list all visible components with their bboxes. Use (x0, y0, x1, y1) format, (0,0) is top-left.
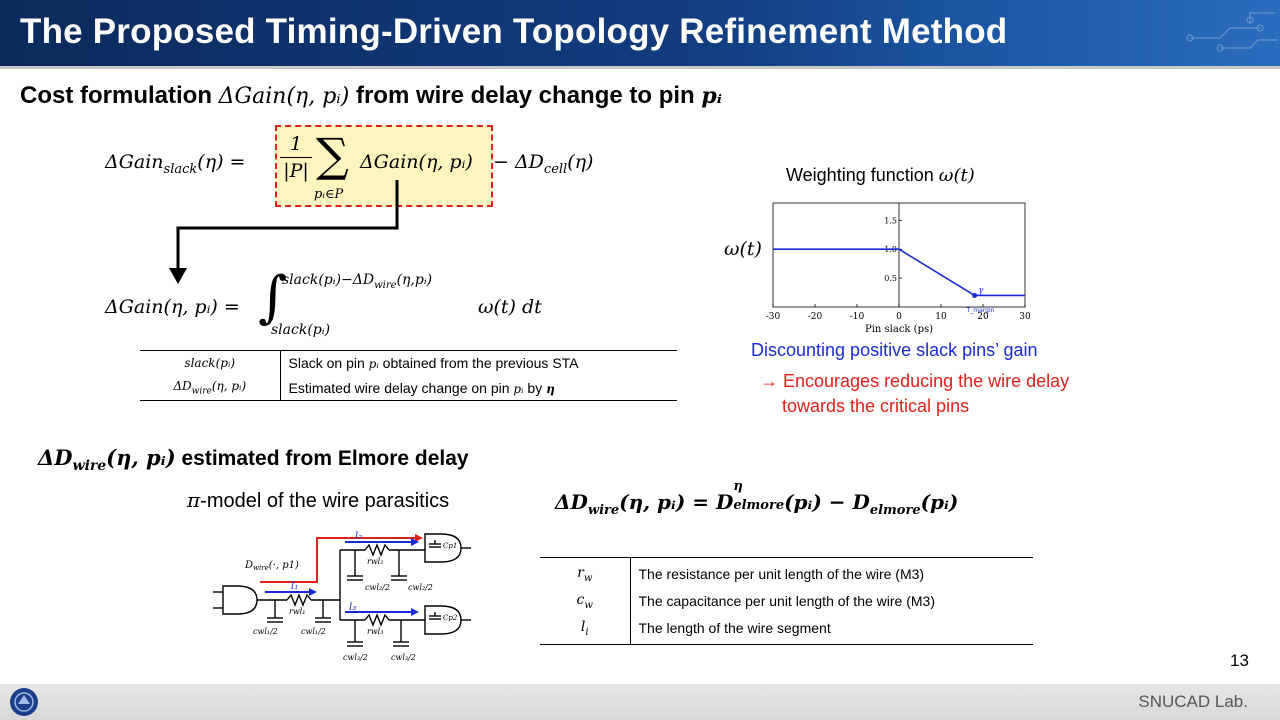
eq1-fraction: 1 |P| (280, 133, 312, 182)
x-tick-label: 0 (896, 312, 902, 322)
pi-model-label: π-model of the wire parasitics (187, 488, 450, 512)
eq1-lhs: ΔGainslack(η) = (105, 151, 246, 177)
x-tick-label: 10 (935, 312, 947, 322)
params-table: rw The resistance per unit length of the… (540, 557, 1033, 646)
weighting-note-line1: → Encourages reducing the wire delay (760, 371, 1070, 391)
def-description: Estimated wire delay change on pin pᵢ by… (288, 379, 555, 396)
university-logo-icon (10, 688, 38, 716)
elmore-heading: ΔDwire(η, pᵢ) estimated from Elmore dela… (38, 445, 469, 475)
cap-label-3a: cwl₃/2 (343, 653, 368, 662)
rw3-label: rwl₃ (367, 627, 383, 636)
table-row: li The length of the wire segment (540, 614, 1033, 645)
eq2-lower: slack(pᵢ) (271, 322, 331, 338)
dwire-label: Dwire(·, p1) (244, 560, 299, 572)
weighting-note-line2: towards the critical pins (782, 396, 970, 416)
driver-gate-icon (222, 585, 258, 615)
cap-label-2b: cwl₂/2 (408, 583, 433, 592)
eq1-term: ΔGain(η, pᵢ) (360, 151, 473, 173)
definitions-table: slack(pᵢ) Slack on pin pᵢ obtained from … (140, 350, 677, 402)
heading-math: ΔGain(η, pᵢ) (218, 84, 350, 109)
def-description: Slack on pin pᵢ obtained from the previo… (288, 355, 579, 371)
param-symbol: rw (540, 558, 631, 588)
slide-title: The Proposed Timing-Driven Topology Refi… (20, 12, 1008, 51)
resistor-rw2-icon (364, 543, 390, 557)
title-underline (0, 66, 1280, 69)
rw2-label: rwl₂ (367, 557, 383, 566)
tmargin-annotation: T_margin (966, 307, 995, 314)
eq2-upper: slack(pᵢ)−ΔDwire(η,pᵢ) (282, 272, 433, 291)
pi-model-circuit: Dwire(·, p1) l₁ l₂ l₃ rwl₁ rwl₂ rwl₃ cwl… (213, 531, 471, 662)
elmore-equation: ΔDwire(η, pᵢ) = Dη elmore (pᵢ) − Delmore(p… (555, 479, 959, 518)
x-tick-label: 30 (1019, 312, 1031, 322)
heading-pin: pᵢ (701, 83, 723, 109)
eq2-lhs: ΔGain(η, pᵢ) = (105, 296, 240, 318)
l3-label: l₃ (349, 602, 356, 613)
resistor-rw3-icon (364, 613, 390, 627)
y-tick-label: 1.5 (884, 216, 897, 225)
x-tick-label: -10 (850, 312, 865, 322)
cap-label-1b: cwl₁/2 (301, 627, 326, 636)
def-symbol: slack(pᵢ) (140, 351, 281, 375)
cap-label-2a: cwl₂/2 (365, 583, 390, 592)
cp2-label: Cp2 (443, 614, 458, 622)
l1-label: l₁ (291, 581, 298, 592)
cost-formulation-heading: Cost formulation ΔGain(η, pᵢ) from wire … (20, 82, 722, 110)
cap-label-1a: cwl₁/2 (253, 627, 278, 636)
param-symbol: cw (540, 587, 631, 615)
table-row: ΔDwire(η, pᵢ) Estimated wire delay chang… (140, 375, 677, 401)
param-description: The length of the wire segment (638, 619, 831, 636)
heading-text: Cost formulation (20, 82, 219, 109)
eq2-integrand: ω(t) dt (478, 296, 542, 318)
knee-point (972, 292, 978, 298)
weighting-chart: -30 -20 -10 0 10 20 300.51.01.5 γ T_margin Pin… (766, 202, 1031, 335)
table-row: rw The resistance per unit length of the… (540, 558, 1033, 588)
sum-symbol: ∑ (316, 128, 349, 182)
y-tick-label: 0.5 (884, 274, 897, 283)
resistor-rw1-icon (286, 593, 312, 607)
page-number: 13 (1230, 651, 1249, 670)
circuit-decoration-icon (1186, 12, 1278, 52)
x-tick-label: -30 (766, 312, 781, 322)
gamma-annotation: γ (979, 285, 984, 294)
param-symbol: li (540, 614, 631, 645)
weighting-label: Weighting function ω(t) (786, 165, 975, 186)
heading-text-2: from wire delay change to pin (349, 82, 702, 109)
l2-label: l₂ (355, 531, 362, 542)
param-description: The resistance per unit length of the wi… (638, 566, 925, 583)
footer-bar (0, 684, 1280, 720)
rw1-label: rwl₁ (289, 607, 305, 616)
eq1-tail: − ΔDcell(η) (493, 151, 594, 177)
x-tick-label: -20 (808, 312, 823, 322)
table-row: slack(pᵢ) Slack on pin pᵢ obtained from … (140, 351, 677, 375)
cp1-label: Cp1 (443, 542, 457, 550)
param-description: The capacitance per unit length of the w… (638, 593, 936, 610)
chart-x-label: Pin slack (ps) (865, 324, 933, 335)
def-symbol: ΔDwire(η, pᵢ) (140, 375, 281, 401)
table-row: cw The capacitance per unit length of th… (540, 587, 1033, 615)
footer-lab-name: SNUCAD Lab. (1138, 692, 1248, 711)
weighting-caption: Discounting positive slack pins’ gain (751, 340, 1038, 360)
chart-axes (772, 202, 1026, 308)
cap-label-3b: cwl₃/2 (391, 653, 416, 662)
